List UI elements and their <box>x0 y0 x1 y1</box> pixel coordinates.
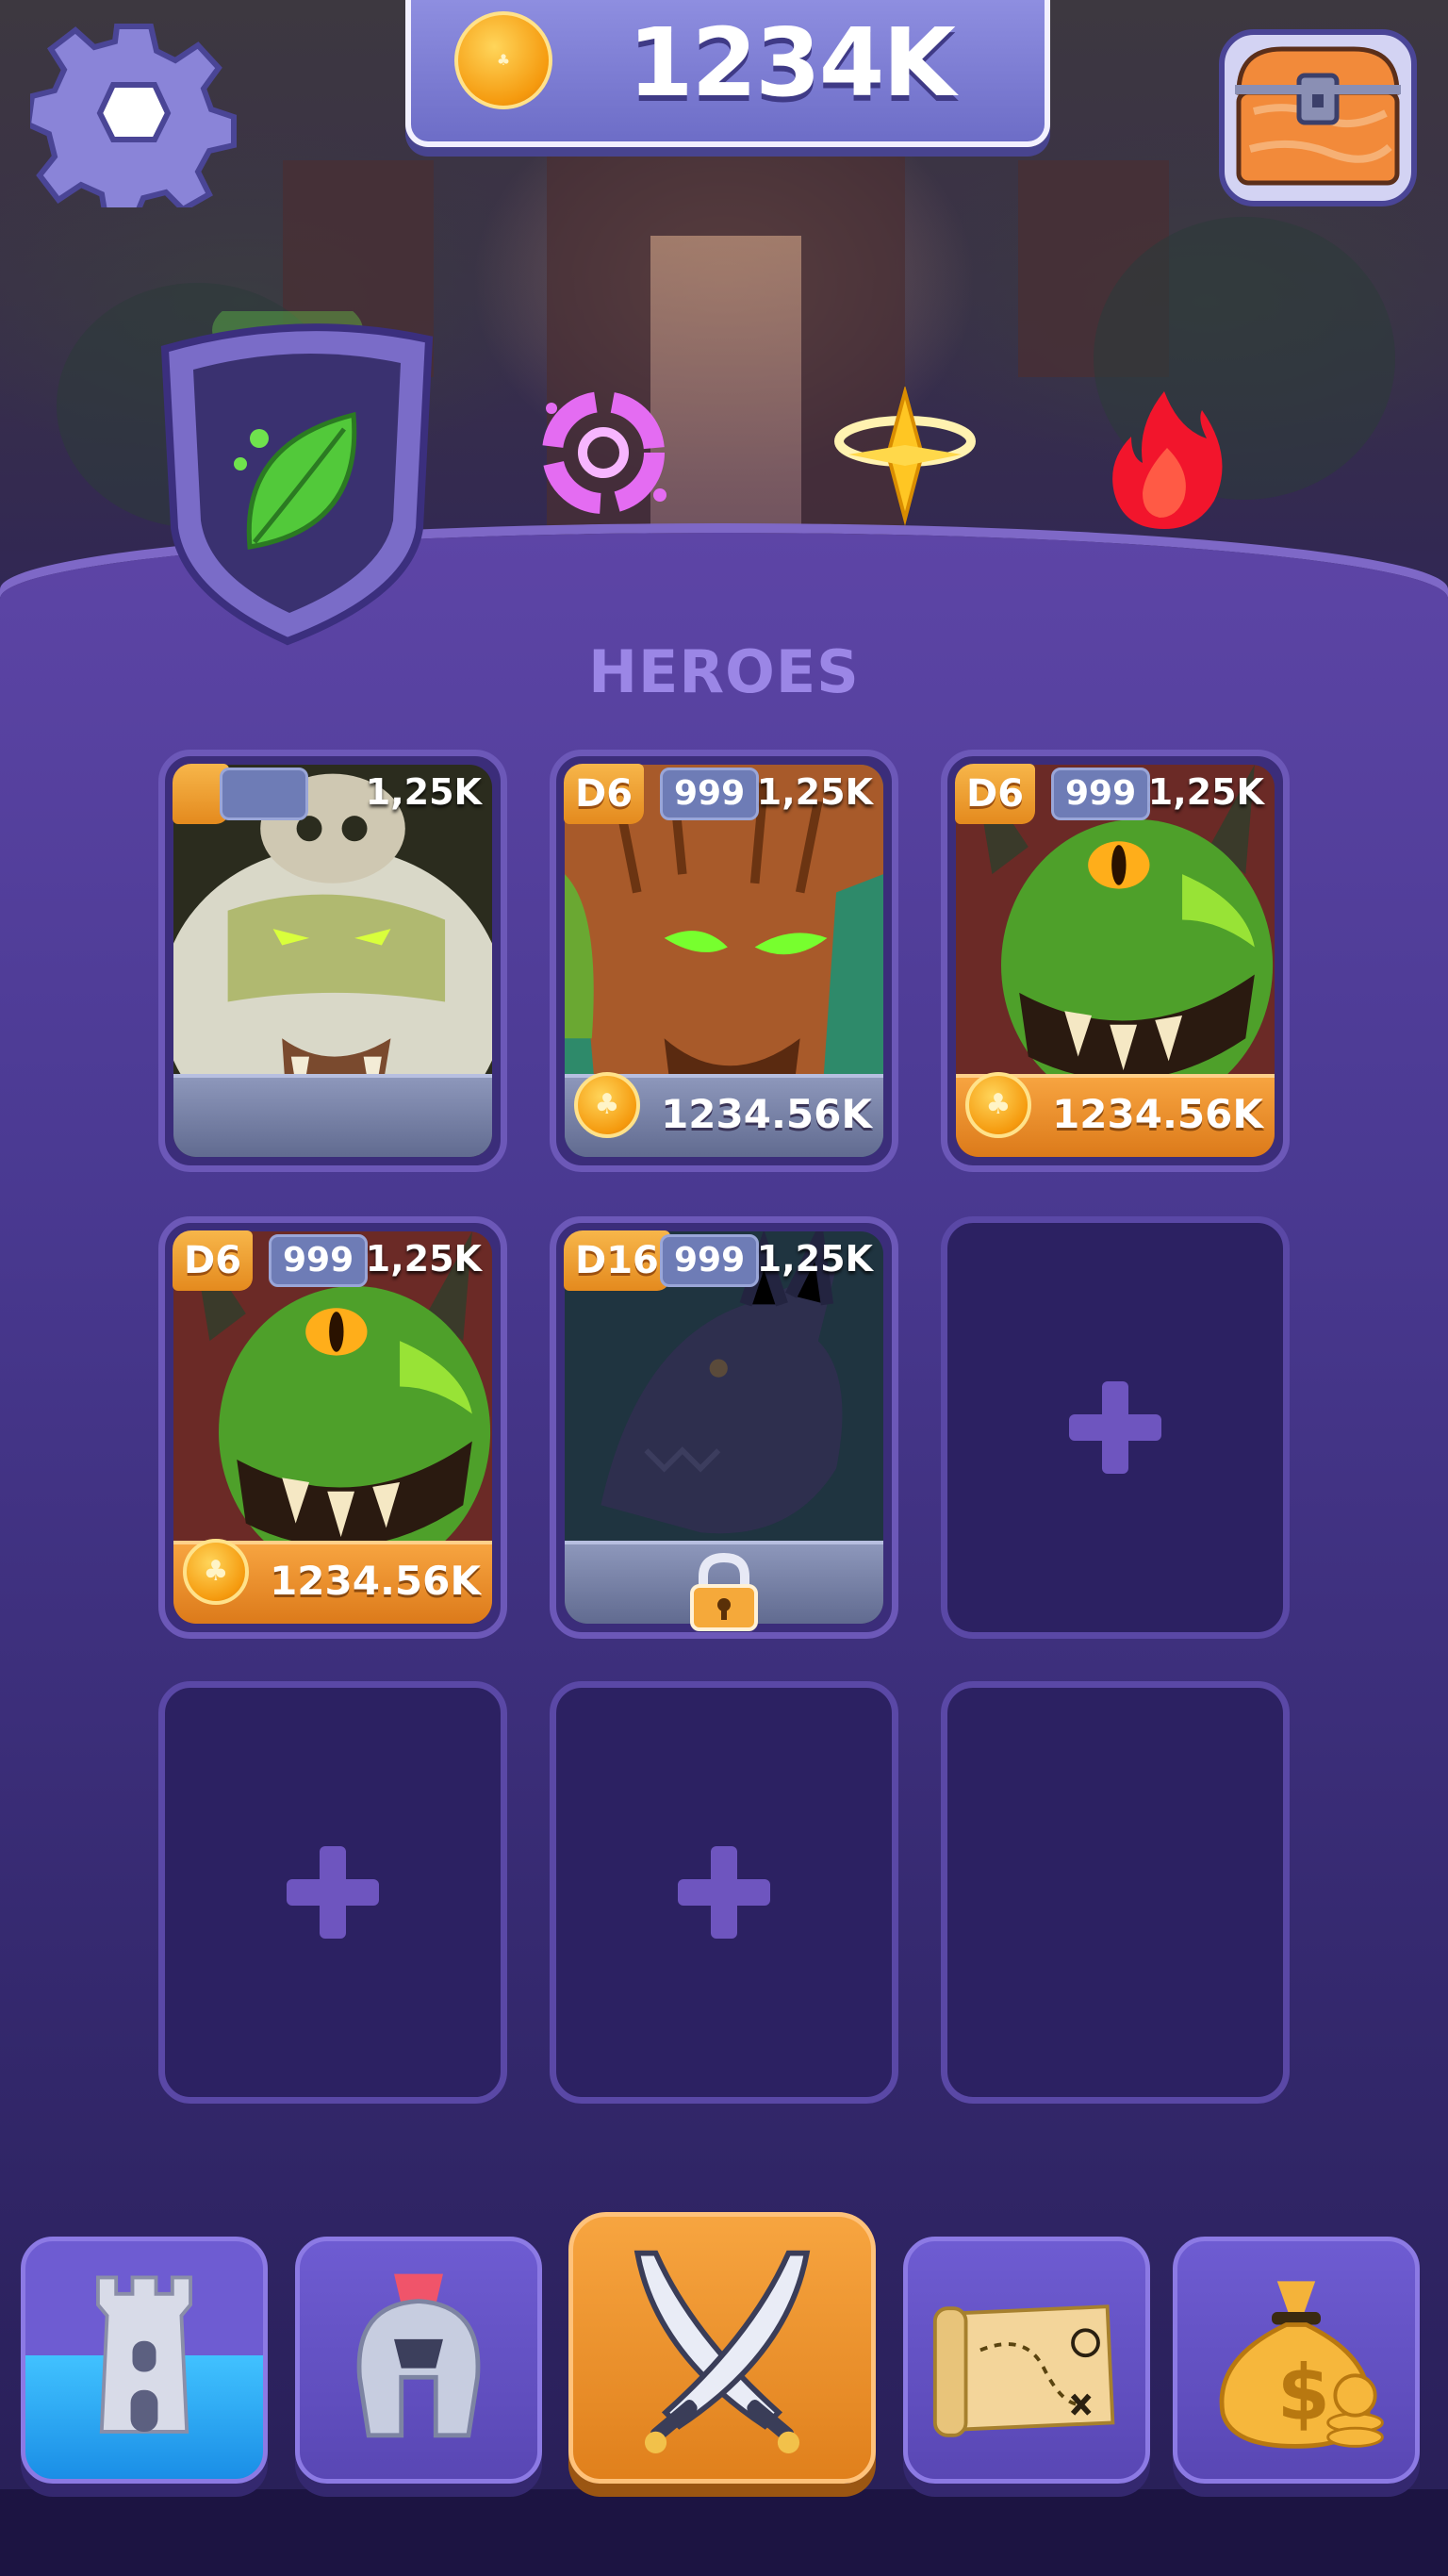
empty-hero-slot[interactable] <box>158 1681 507 2104</box>
shield-icon <box>160 292 434 646</box>
treasure-chest-icon <box>1219 29 1417 206</box>
hero-card-locked[interactable]: D16 999 1,25K <box>550 1216 898 1639</box>
flame-icon <box>1112 391 1223 529</box>
castle-tower-icon <box>96 2275 192 2434</box>
element-tab-light[interactable] <box>830 385 980 528</box>
treasure-map-icon <box>932 2304 1115 2437</box>
halo-star-icon <box>834 385 976 526</box>
coin-icon <box>183 1539 249 1605</box>
settings-button[interactable] <box>25 19 238 224</box>
money-bag-icon: $ <box>1219 2281 1384 2449</box>
empty-hero-slot[interactable] <box>941 1216 1290 1639</box>
hero-power: 1,25K <box>756 1238 873 1280</box>
level-badge: 999 <box>269 1234 369 1287</box>
upgrade-price: 1234.56K <box>270 1558 481 1604</box>
upgrade-price-button[interactable]: 1234.56K <box>956 1072 1275 1157</box>
level-badge <box>220 768 308 820</box>
hero-card[interactable]: 1,25K <box>158 750 507 1172</box>
hero-power: 1,25K <box>365 1238 482 1280</box>
gear-icon <box>25 24 237 224</box>
rank-badge: D6 <box>955 764 1036 824</box>
hero-power: 1,25K <box>1147 771 1264 813</box>
nav-battle-button[interactable] <box>568 2212 876 2484</box>
bottom-strip <box>0 2489 1448 2576</box>
element-tab-arcane[interactable] <box>533 382 674 523</box>
hero-card[interactable]: D6 999 1,25K 1234.56K <box>550 750 898 1172</box>
rank-badge: D6 <box>564 764 645 824</box>
coin-balance-banner: 1234K <box>405 0 1050 147</box>
crossed-swords-icon <box>634 2250 811 2453</box>
upgrade-price-button[interactable]: 1234.56K <box>173 1539 492 1624</box>
price-bar-empty <box>173 1074 492 1157</box>
upgrade-price-button[interactable]: 1234.56K <box>565 1072 883 1157</box>
hero-power: 1,25K <box>365 771 482 813</box>
hero-card[interactable]: D6 999 1,25K 1234.56K <box>941 750 1290 1172</box>
empty-hero-slot[interactable] <box>550 1681 898 2104</box>
level-badge: 999 <box>660 1234 760 1287</box>
spartan-helmet-icon <box>356 2273 481 2438</box>
level-badge: 999 <box>660 768 760 820</box>
upgrade-price: 1234.56K <box>1052 1091 1263 1137</box>
padlock-icon <box>690 1552 758 1631</box>
nav-castle-button[interactable] <box>21 2237 268 2484</box>
add-hero-icon <box>1069 1381 1161 1474</box>
locked-bar <box>565 1541 883 1631</box>
hero-power: 1,25K <box>756 771 873 813</box>
coin-icon <box>965 1072 1031 1138</box>
level-badge: 999 <box>1051 768 1151 820</box>
rank-badge: D16 <box>564 1230 670 1291</box>
nav-map-button[interactable] <box>903 2237 1150 2484</box>
add-hero-icon <box>287 1846 379 1939</box>
element-tab-fire[interactable] <box>1094 382 1235 533</box>
upgrade-price: 1234.56K <box>661 1091 872 1137</box>
treasure-chest-button[interactable] <box>1216 26 1420 209</box>
nav-shop-button[interactable]: $ <box>1173 2237 1420 2484</box>
add-hero-icon <box>678 1846 770 1939</box>
swirl-icon <box>542 391 666 514</box>
empty-hero-slot[interactable] <box>941 1681 1290 2104</box>
coin-icon <box>454 11 552 109</box>
nav-heroes-button[interactable] <box>295 2237 542 2484</box>
coin-amount: 1234K <box>628 8 956 118</box>
hero-card[interactable]: D6 999 1,25K 1234.56K <box>158 1216 507 1639</box>
svg-text:$: $ <box>1277 2350 1330 2438</box>
rank-badge: D6 <box>173 1230 254 1291</box>
element-tab-nature[interactable] <box>146 292 457 651</box>
coin-icon <box>574 1072 640 1138</box>
section-title: HEROES <box>588 637 860 706</box>
